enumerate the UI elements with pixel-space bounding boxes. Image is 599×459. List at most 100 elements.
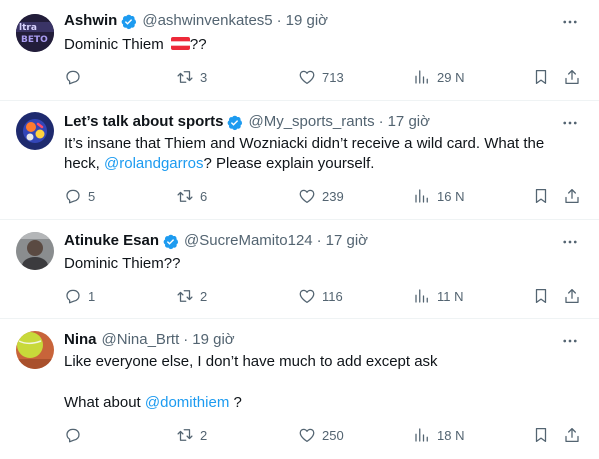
more-icon[interactable] xyxy=(561,114,579,132)
timestamp[interactable]: 19 giờ xyxy=(192,330,234,350)
avatar-nina[interactable] xyxy=(16,331,54,369)
retweet-icon xyxy=(177,71,193,83)
avatar-image xyxy=(16,331,54,369)
reply-icon xyxy=(66,70,80,85)
bookmark-icon xyxy=(535,288,547,304)
retweet-button[interactable]: 2 xyxy=(176,286,207,306)
like-icon xyxy=(299,289,315,304)
tweet-header: Atinuke Esan @SucreMamito124 · 17 giờ xyxy=(64,231,368,251)
bookmark-button[interactable] xyxy=(532,425,550,445)
tweet-text-part: heck, xyxy=(64,155,105,172)
timestamp[interactable]: 19 giờ xyxy=(286,11,328,31)
tweet-text-line: heck, @rolandgarros? Please explain your… xyxy=(64,154,579,174)
share-button[interactable] xyxy=(563,67,581,87)
tweet-text: Dominic Thiem?? xyxy=(64,255,181,272)
reply-button[interactable]: 5 xyxy=(64,186,95,206)
views-button[interactable]: 16 N xyxy=(413,186,464,206)
tweet-text-part: ? Please explain yourself. xyxy=(203,155,375,172)
like-button[interactable]: 239 xyxy=(298,186,344,206)
tweet-actions: 5 6 239 16 N xyxy=(64,186,584,206)
display-name[interactable]: Let’s talk about sports xyxy=(64,112,223,132)
reply-button[interactable]: 1 xyxy=(64,286,95,306)
avatar-ashwin[interactable]: ltra BETO xyxy=(16,14,54,52)
display-name[interactable]: Ashwin xyxy=(64,11,117,31)
handle[interactable]: @Nina_Brtt xyxy=(102,330,180,350)
retweet-button[interactable]: 6 xyxy=(176,186,207,206)
separator-dot: · xyxy=(378,113,384,130)
views-icon xyxy=(415,189,428,203)
views-button[interactable]: 11 N xyxy=(413,286,464,306)
view-count: 11 N xyxy=(437,288,464,304)
mention-link[interactable]: @rolandgarros xyxy=(104,155,203,172)
handle[interactable]: @ashwinvenkates5 xyxy=(142,11,272,31)
bookmark-button[interactable] xyxy=(532,186,550,206)
share-icon xyxy=(565,188,579,204)
display-name[interactable]: Nina xyxy=(64,330,97,350)
views-icon xyxy=(415,428,428,442)
bookmark-button[interactable] xyxy=(532,286,550,306)
views-button[interactable]: 18 N xyxy=(413,425,464,445)
view-count: 16 N xyxy=(437,188,465,204)
reply-icon xyxy=(66,289,80,304)
more-icon[interactable] xyxy=(561,332,579,350)
retweet-button[interactable]: 3 xyxy=(176,67,207,87)
reply-button[interactable] xyxy=(64,425,88,445)
share-button[interactable] xyxy=(563,286,581,306)
tweet-ashwin[interactable]: ltra BETO Ashwin @ashwinvenkates5 · 19 g… xyxy=(0,0,599,101)
like-count: 116 xyxy=(322,288,343,304)
verified-badge-icon xyxy=(163,234,179,249)
tweet-header: Ashwin @ashwinvenkates5 · 19 giờ xyxy=(64,11,328,31)
austria-flag-icon xyxy=(170,37,190,50)
tweet-text-part: ? xyxy=(229,394,242,411)
like-button[interactable]: 116 xyxy=(298,286,343,306)
mention-link[interactable]: @domithiem xyxy=(145,394,229,411)
handle[interactable]: @My_sports_rants xyxy=(248,112,374,132)
share-button[interactable] xyxy=(563,186,581,206)
display-name[interactable]: Atinuke Esan xyxy=(64,231,159,251)
separator-dot: · xyxy=(316,232,322,249)
tweet-atinuke-esan[interactable]: Atinuke Esan @SucreMamito124 · 17 giờ Do… xyxy=(0,220,599,319)
like-button[interactable]: 250 xyxy=(298,425,344,445)
views-icon xyxy=(415,70,428,84)
share-icon xyxy=(565,288,579,304)
share-button[interactable] xyxy=(563,425,581,445)
tweet-lets-talk-about-sports[interactable]: Let’s talk about sports @My_sports_rants… xyxy=(0,101,599,220)
like-count: 250 xyxy=(322,427,344,443)
retweet-count: 2 xyxy=(200,427,208,443)
like-button[interactable]: 713 xyxy=(298,67,344,87)
tweet-text: Like everyone else, I don’t have much to… xyxy=(64,352,579,413)
separator-dot: · xyxy=(276,12,282,29)
handle[interactable]: @SucreMamito124 xyxy=(184,231,313,251)
like-icon xyxy=(299,428,315,443)
tweet-header: Nina @Nina_Brtt · 19 giờ xyxy=(64,330,235,350)
avatar-lets-talk-about-sports[interactable] xyxy=(16,112,54,150)
bookmark-button[interactable] xyxy=(532,67,550,87)
tweet-actions: 2 250 18 N xyxy=(64,425,584,445)
retweet-button[interactable]: 2 xyxy=(176,425,207,445)
avatar-image xyxy=(16,232,54,270)
views-icon xyxy=(415,289,428,303)
like-icon xyxy=(299,189,315,204)
tweet-nina[interactable]: Nina @Nina_Brtt · 19 giờ Like everyone e… xyxy=(0,319,599,459)
retweet-count: 6 xyxy=(200,188,208,204)
reply-icon xyxy=(66,189,80,204)
timestamp[interactable]: 17 giờ xyxy=(388,112,430,132)
tweet-actions: 3 713 29 N xyxy=(64,67,584,87)
more-icon[interactable] xyxy=(561,233,579,251)
retweet-icon xyxy=(177,290,193,302)
more-icon[interactable] xyxy=(561,13,579,31)
reply-button[interactable] xyxy=(64,67,88,87)
tweet-header: Let’s talk about sports @My_sports_rants… xyxy=(64,112,430,132)
avatar-text-1: ltra xyxy=(19,23,37,33)
tweet-text-line: What about @domithiem ? xyxy=(64,393,579,413)
avatar-image: ltra BETO xyxy=(16,14,54,52)
avatar-atinuke-esan[interactable] xyxy=(16,232,54,270)
tweet-text: Dominic Thiem ?? xyxy=(64,35,579,55)
views-button[interactable]: 29 N xyxy=(413,67,464,87)
bookmark-icon xyxy=(535,427,547,443)
timestamp[interactable]: 17 giờ xyxy=(326,231,368,251)
reply-count: 5 xyxy=(88,188,96,204)
tweet-text-line: Like everyone else, I don’t have much to… xyxy=(64,353,438,370)
tweet-text-part: Dominic Thiem xyxy=(64,36,164,53)
